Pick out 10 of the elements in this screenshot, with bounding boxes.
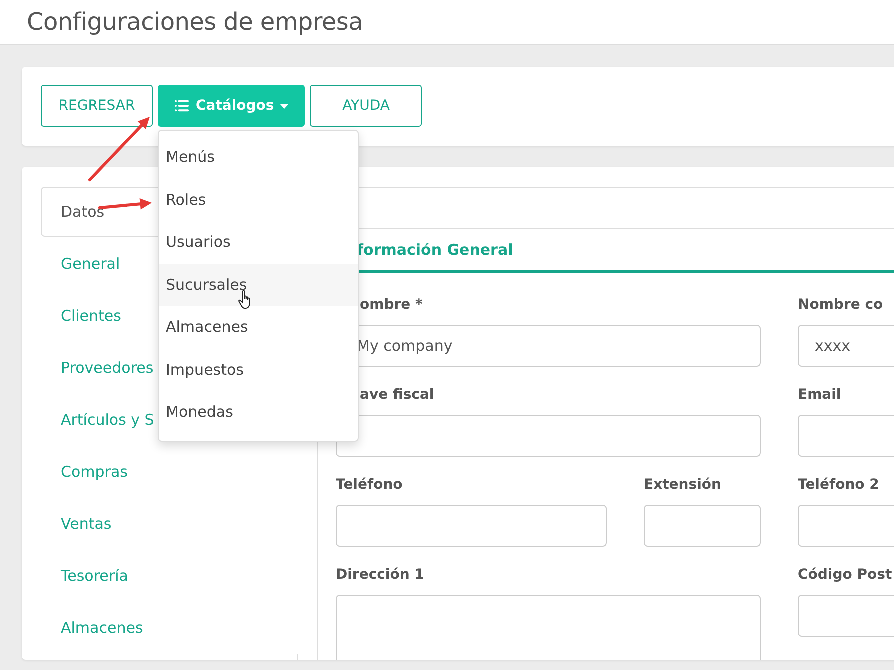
page-title: Configuraciones de empresa	[27, 8, 363, 36]
field-label: Código Post	[798, 566, 894, 585]
field-label: ombre *	[359, 296, 424, 315]
field-label: Nombre co	[798, 296, 884, 315]
field-label: Email	[798, 386, 842, 405]
field-label: Teléfono 2	[798, 476, 880, 495]
field-label: Extensión	[644, 476, 722, 495]
field-label: Teléfono	[336, 476, 404, 495]
field-label: ave fiscal	[359, 386, 436, 405]
field-label: Dirección 1	[336, 566, 426, 585]
